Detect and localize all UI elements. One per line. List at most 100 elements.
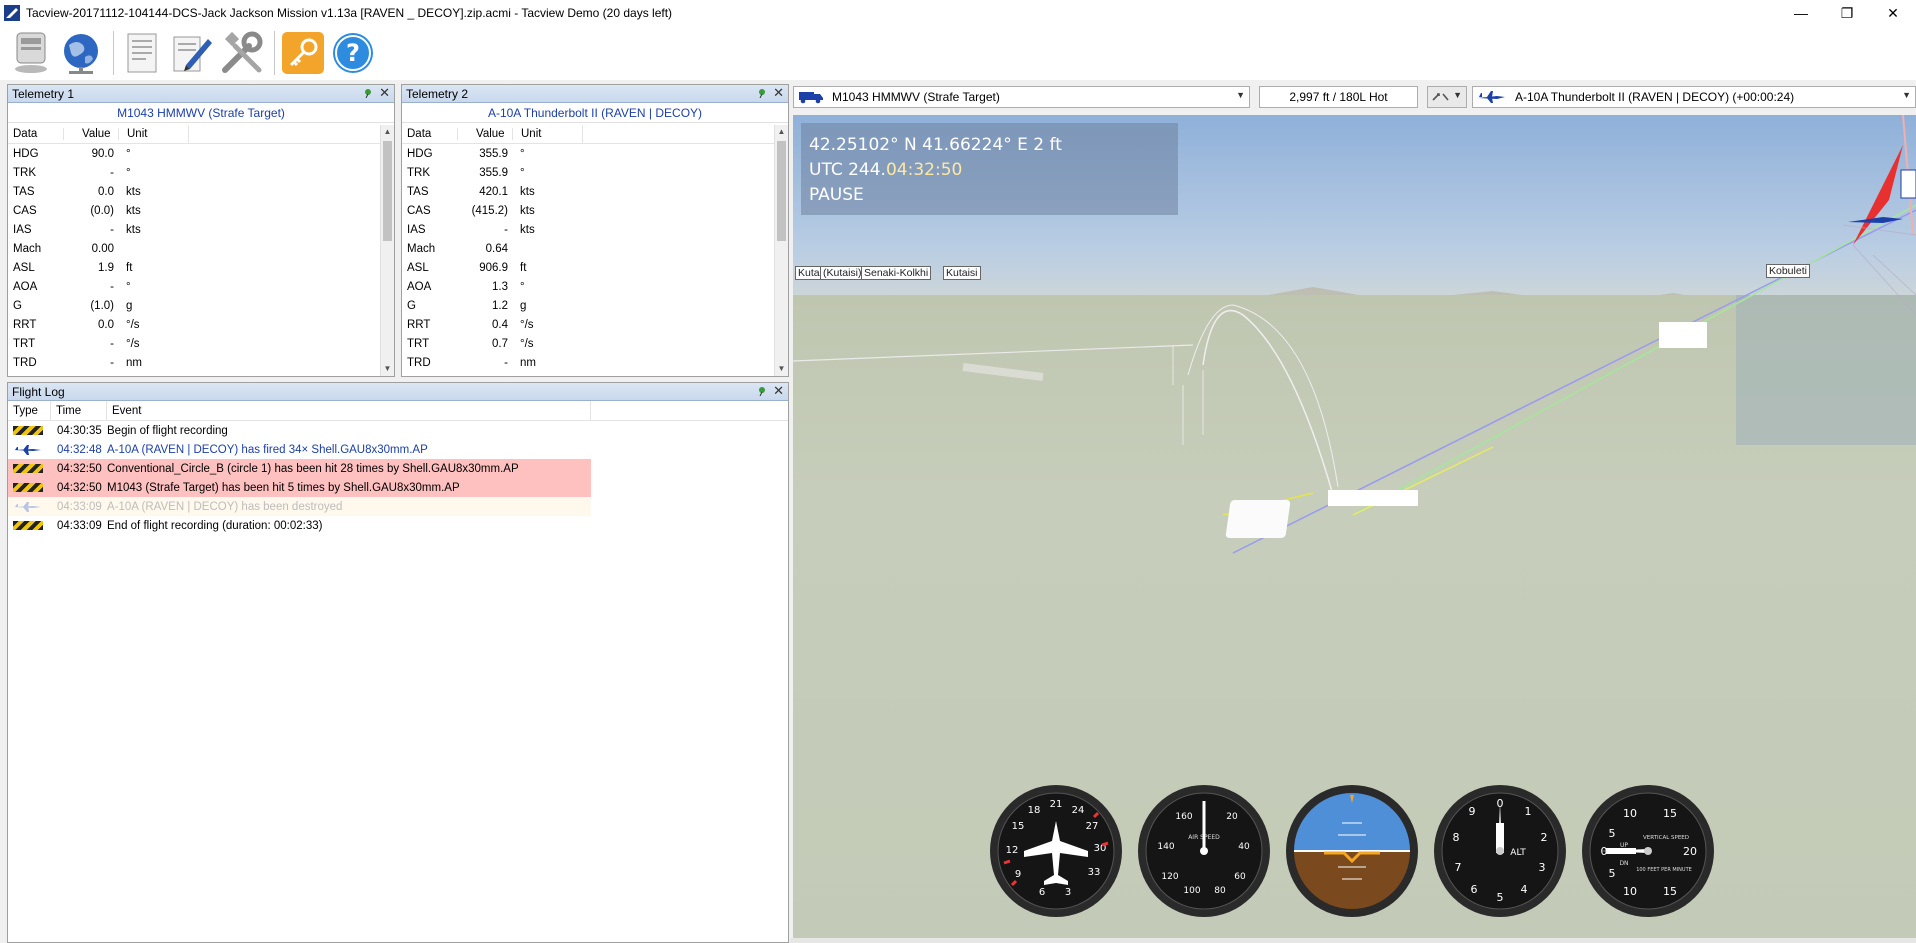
close-panel-icon[interactable]: ✕ xyxy=(773,384,784,398)
telemetry-unit: °/s xyxy=(520,337,534,350)
scroll-thumb[interactable] xyxy=(383,141,392,241)
license-key-button[interactable] xyxy=(280,30,326,76)
column-header[interactable]: Unit xyxy=(118,128,188,140)
column-header[interactable]: Value xyxy=(63,128,118,140)
close-panel-icon[interactable]: ✕ xyxy=(379,86,390,100)
column-header-time[interactable]: Time xyxy=(51,400,107,421)
help-icon: ? xyxy=(333,33,373,73)
telemetry-row[interactable]: TAS 420.1 kts xyxy=(402,182,774,201)
telemetry-2-panel: Telemetry 2 ✕ A-10A Thunderbolt II (RAVE… xyxy=(401,84,789,377)
document-button[interactable] xyxy=(119,30,165,76)
telemetry-row[interactable]: TRK 355.9 ° xyxy=(402,163,774,182)
telemetry-row[interactable]: Mach 0.00 xyxy=(8,239,380,258)
scroll-down-icon[interactable]: ▼ xyxy=(775,362,788,376)
vehicle-target[interactable] xyxy=(1225,500,1291,538)
scroll-down-icon[interactable]: ▼ xyxy=(381,362,394,376)
svg-text:DN: DN xyxy=(1619,860,1628,867)
telemetry-1-object[interactable]: M1043 HMMWV (Strafe Target) xyxy=(8,103,394,123)
map-label-kuta[interactable]: Kuta xyxy=(795,266,823,280)
telemetry-value: - xyxy=(110,166,114,179)
hud-utc: UTC 244.04:32:50 xyxy=(809,160,963,180)
svg-text:12: 12 xyxy=(1006,845,1019,856)
help-button[interactable]: ? xyxy=(330,30,376,76)
telemetry-row[interactable]: Mach 0.64 xyxy=(402,239,774,258)
column-header[interactable]: Value xyxy=(457,128,512,140)
telemetry-row[interactable]: TAS 0.0 kts xyxy=(8,182,380,201)
telemetry-row[interactable]: RRT 0.4 °/s xyxy=(402,315,774,334)
column-header-event[interactable]: Event xyxy=(107,400,591,421)
distance-readout: 2,997 ft / 180L Hot xyxy=(1259,86,1418,108)
hud-coordinates: 42.25102° N 41.66224° E 2 ft xyxy=(809,135,1062,155)
flight-log-header: Flight Log ✕ xyxy=(8,383,788,401)
window-title: Tacview-20171112-104144-DCS-Jack Jackson… xyxy=(26,6,673,20)
map-label-kutaisi-paren[interactable]: (Kutaisi) xyxy=(820,266,865,280)
flight-log-row[interactable]: 04:32:50 Conventional_Circle_B (circle 1)… xyxy=(8,459,591,478)
telemetry-row[interactable]: AOA - ° xyxy=(8,277,380,296)
telemetry-row[interactable]: TRT - °/s xyxy=(8,334,380,353)
telemetry-2-scrollbar[interactable]: ▲ ▼ xyxy=(774,125,788,376)
svg-text:?: ? xyxy=(346,39,360,67)
primary-object-label: M1043 HMMWV (Strafe Target) xyxy=(832,90,1000,104)
telemetry-field: G xyxy=(13,299,22,312)
relative-view-button[interactable]: ▼ xyxy=(1427,86,1467,108)
column-header[interactable]: Unit xyxy=(512,128,582,140)
secondary-object-select[interactable]: A-10A Thunderbolt II (RAVEN | DECOY) (+0… xyxy=(1472,86,1916,108)
telemetry-1-scrollbar[interactable]: ▲ ▼ xyxy=(380,125,394,376)
log-event: A-10A (RAVEN | DECOY) has fired 34× Shel… xyxy=(107,443,428,456)
telemetry-row[interactable]: AOA 1.3 ° xyxy=(402,277,774,296)
telemetry-row[interactable]: IAS - kts xyxy=(8,220,380,239)
telemetry-row[interactable]: TRD - nm xyxy=(8,353,380,372)
column-header[interactable]: Data xyxy=(8,128,63,140)
pin-icon[interactable] xyxy=(757,88,767,98)
panel-title: Telemetry 2 xyxy=(406,86,469,101)
telemetry-row[interactable]: CAS (0.0) kts xyxy=(8,201,380,220)
online-button[interactable] xyxy=(58,30,104,76)
minimize-button[interactable]: — xyxy=(1778,0,1824,26)
telemetry-row[interactable]: HDG 355.9 ° xyxy=(402,144,774,163)
close-panel-icon[interactable]: ✕ xyxy=(773,86,784,100)
column-header-filler xyxy=(188,125,380,144)
flight-log-columns: Type Time Event xyxy=(8,400,788,421)
telemetry-field: TRK xyxy=(407,166,430,179)
column-header-type[interactable]: Type xyxy=(8,400,51,421)
pin-icon[interactable] xyxy=(757,386,767,396)
telemetry-row[interactable]: IAS - kts xyxy=(402,220,774,239)
telemetry-row[interactable]: RRT 0.0 °/s xyxy=(8,315,380,334)
telemetry-row[interactable]: TRD - nm xyxy=(402,353,774,372)
edit-button[interactable] xyxy=(169,30,215,76)
flight-log-row[interactable]: 04:32:50 M1043 (Strafe Target) has been h… xyxy=(8,478,591,497)
primary-object-select[interactable]: M1043 HMMWV (Strafe Target) ▼ xyxy=(793,86,1250,108)
telemetry-2-object[interactable]: A-10A Thunderbolt II (RAVEN | DECOY) xyxy=(402,103,788,123)
telemetry-unit: ° xyxy=(520,147,525,160)
log-time: 04:33:09 xyxy=(57,519,102,532)
map-label-senaki[interactable]: Senaki-Kolkhi xyxy=(861,266,932,280)
flight-log-row[interactable]: 04:32:48 A-10A (RAVEN | DECOY) has fired … xyxy=(8,440,591,459)
3d-viewport[interactable]: 42.25102° N 41.66224° E 2 ft UTC 244.04:… xyxy=(793,115,1916,943)
map-label-kobuleti[interactable]: Kobuleti xyxy=(1766,264,1810,278)
telemetry-row[interactable]: TRT 0.7 °/s xyxy=(402,334,774,353)
scroll-up-icon[interactable]: ▲ xyxy=(381,125,394,139)
svg-text:33: 33 xyxy=(1088,867,1101,878)
telemetry-row[interactable]: G 1.2 g xyxy=(402,296,774,315)
svg-text:21: 21 xyxy=(1050,799,1063,810)
open-button[interactable] xyxy=(8,30,54,76)
flight-log-row[interactable]: 04:33:09 End of flight recording (duratio… xyxy=(8,516,591,535)
column-header[interactable]: Data xyxy=(402,128,457,140)
log-event: Begin of flight recording xyxy=(107,424,228,437)
svg-text:20: 20 xyxy=(1226,812,1238,822)
tools-button[interactable] xyxy=(219,30,265,76)
pin-icon[interactable] xyxy=(363,88,373,98)
close-button[interactable]: ✕ xyxy=(1870,0,1916,26)
restore-button[interactable]: ❐ xyxy=(1824,0,1870,26)
map-label-kutaisi[interactable]: Kutaisi xyxy=(943,266,981,280)
telemetry-row[interactable]: CAS (415.2) kts xyxy=(402,201,774,220)
flight-log-row[interactable]: 04:30:35 Begin of flight recording xyxy=(8,421,591,440)
flight-log-row[interactable]: 04:33:09 A-10A (RAVEN | DECOY) has been d… xyxy=(8,497,591,516)
scroll-up-icon[interactable]: ▲ xyxy=(775,125,788,139)
telemetry-row[interactable]: HDG 90.0 ° xyxy=(8,144,380,163)
telemetry-row[interactable]: ASL 906.9 ft xyxy=(402,258,774,277)
telemetry-row[interactable]: ASL 1.9 ft xyxy=(8,258,380,277)
scroll-thumb[interactable] xyxy=(777,141,786,241)
telemetry-row[interactable]: TRK - ° xyxy=(8,163,380,182)
telemetry-row[interactable]: G (1.0) g xyxy=(8,296,380,315)
